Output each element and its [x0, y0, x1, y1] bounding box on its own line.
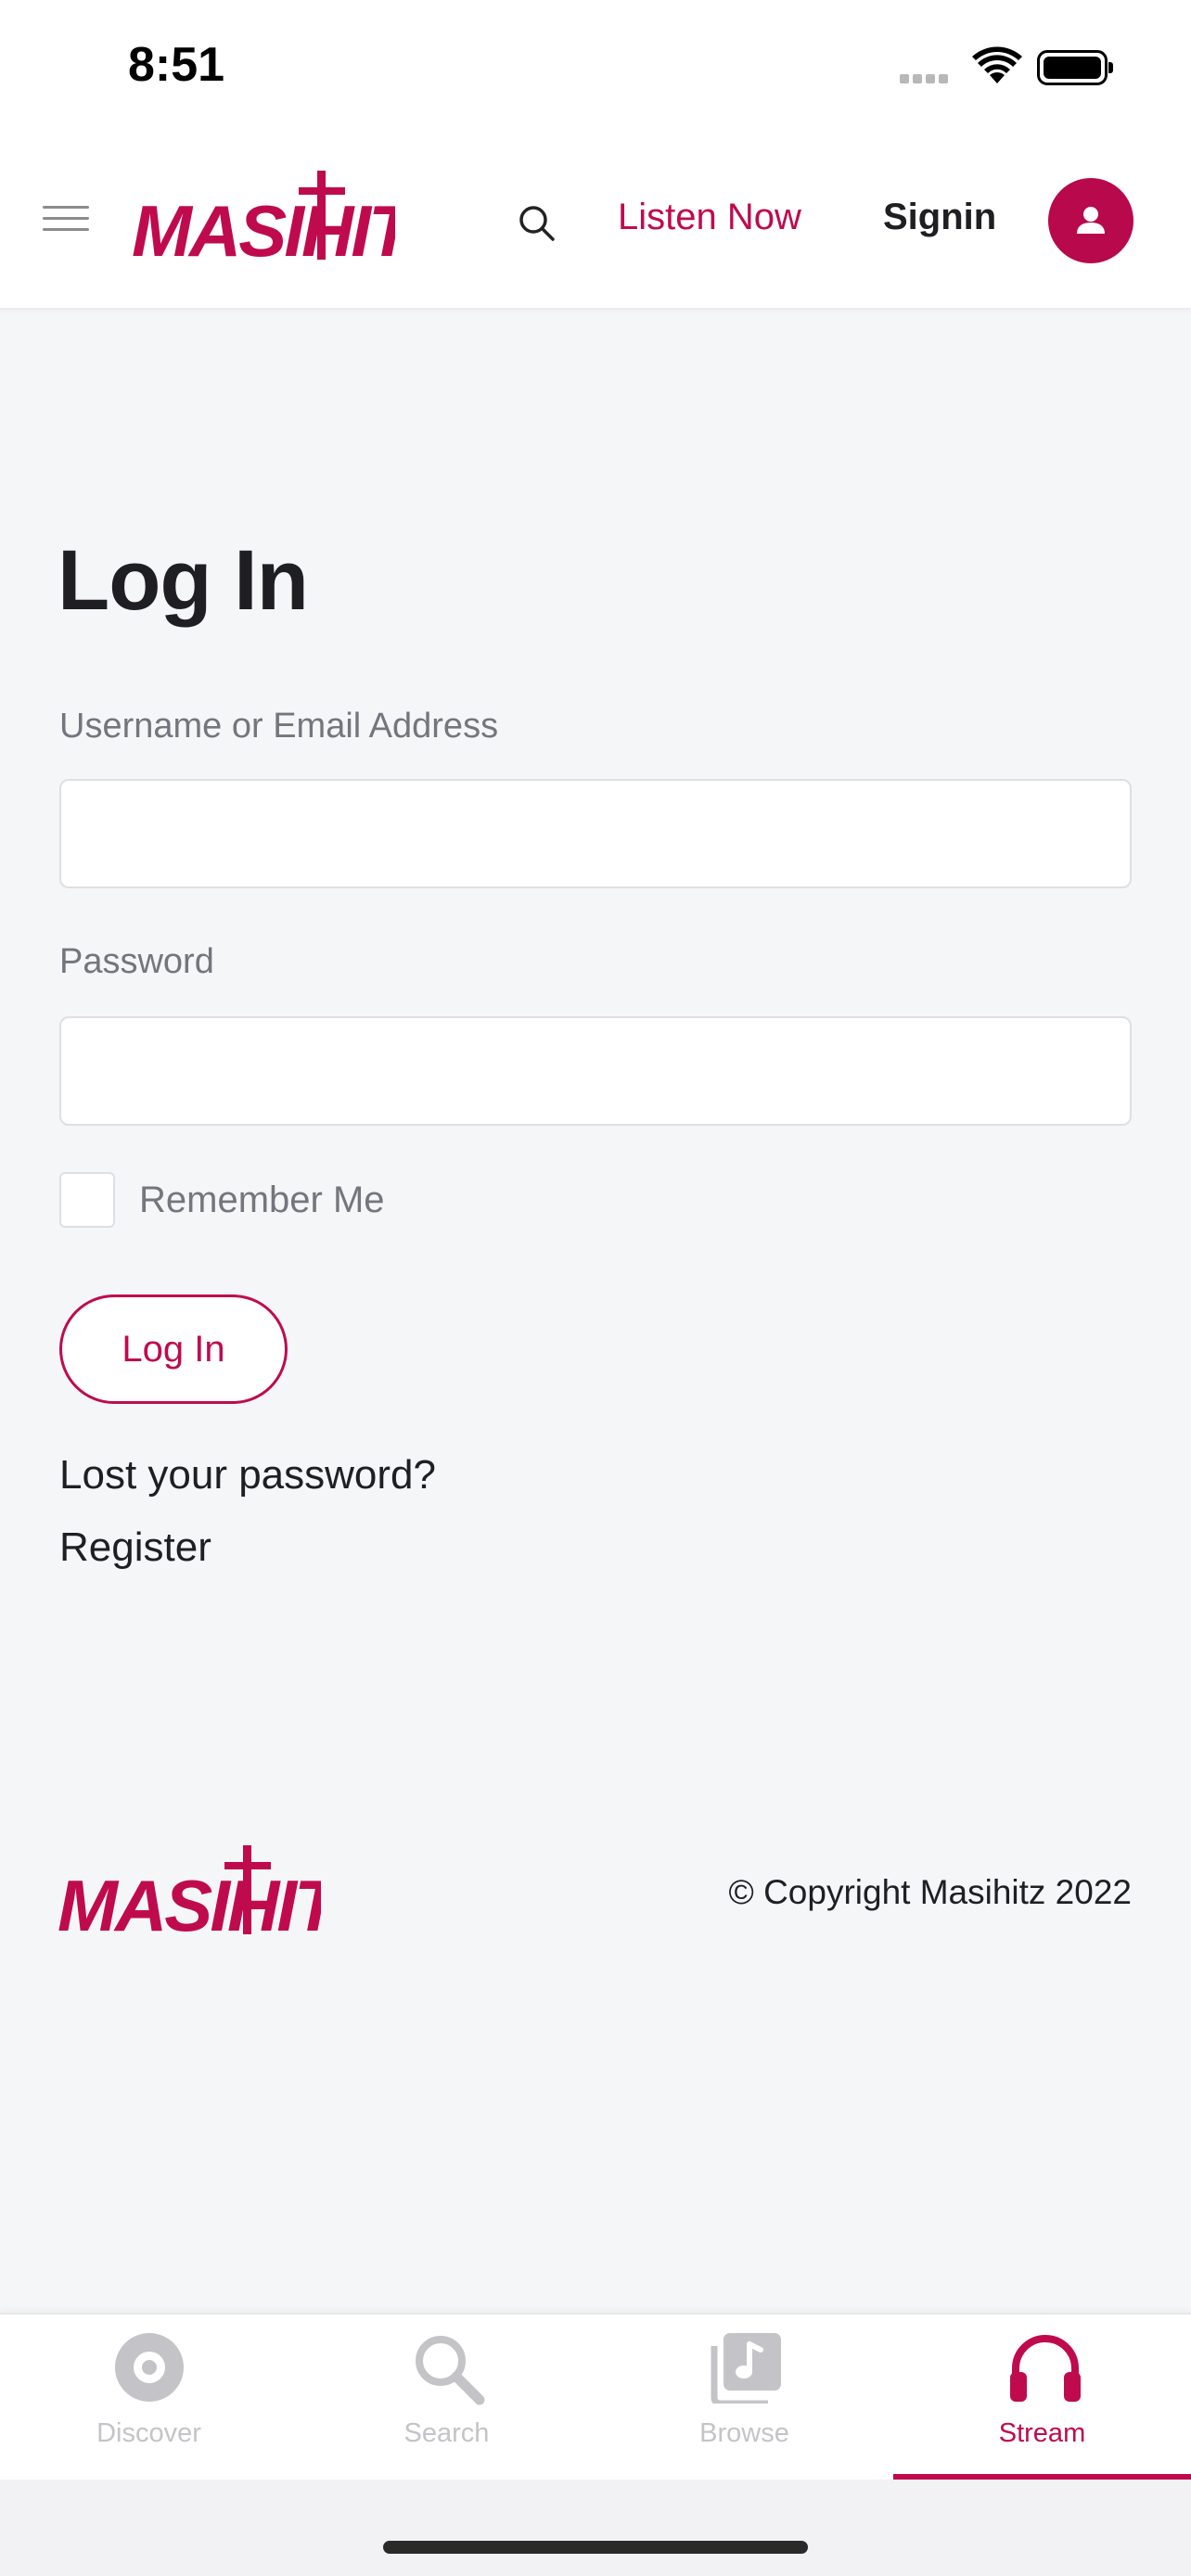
- tab-bar: Discover Search Browse Stream: [0, 2313, 1191, 2481]
- tab-browse[interactable]: Browse: [596, 2315, 893, 2481]
- search-icon: [416, 2336, 485, 2405]
- password-label: Password: [59, 942, 214, 981]
- username-input[interactable]: [59, 779, 1132, 888]
- tab-label: Browse: [699, 2418, 789, 2448]
- footer-logo[interactable]: MASIHITZ: [58, 1845, 321, 1938]
- login-button[interactable]: Log In: [59, 1294, 288, 1404]
- remember-me-checkbox[interactable]: [59, 1172, 115, 1228]
- username-label: Username or Email Address: [59, 707, 499, 746]
- svg-text:MASIHITZ: MASIHITZ: [58, 1865, 321, 1938]
- cellular-signal-icon: [900, 74, 957, 83]
- battery-icon: [1037, 50, 1113, 85]
- svg-text:MASIHITZ: MASIHITZ: [132, 190, 395, 263]
- hamburger-menu-icon[interactable]: [43, 206, 89, 234]
- music-library-icon: [711, 2333, 781, 2404]
- status-bar: 8:51: [0, 0, 1191, 139]
- remember-me-label[interactable]: Remember Me: [139, 1180, 385, 1221]
- tab-stream[interactable]: Stream: [893, 2315, 1191, 2481]
- avatar-button[interactable]: [1048, 178, 1133, 263]
- tab-discover[interactable]: Discover: [0, 2315, 298, 2481]
- tab-label: Search: [403, 2418, 490, 2448]
- search-icon[interactable]: [516, 202, 558, 245]
- status-time: 8:51: [128, 38, 225, 92]
- brand-logo[interactable]: MASIHITZ: [132, 171, 395, 263]
- site-header: MASIHITZ Listen Now Signin: [0, 139, 1191, 310]
- signin-link[interactable]: Signin: [883, 197, 996, 238]
- lost-password-link[interactable]: Lost your password?: [59, 1452, 436, 1498]
- home-indicator-area: [0, 2480, 1191, 2576]
- tab-search[interactable]: Search: [298, 2315, 596, 2481]
- page-title: Log In: [58, 533, 309, 628]
- listen-now-link[interactable]: Listen Now: [618, 197, 801, 238]
- tab-label: Stream: [998, 2418, 1086, 2448]
- copyright-text: © Copyright Masihitz 2022: [728, 1873, 1132, 1911]
- user-icon: [1077, 207, 1105, 234]
- headphones-icon: [1010, 2335, 1081, 2402]
- tab-label: Discover: [96, 2418, 201, 2448]
- password-input[interactable]: [59, 1016, 1132, 1126]
- register-link[interactable]: Register: [59, 1524, 211, 1571]
- page: 8:51 MASIHITZ Listen Now Signin: [0, 0, 1191, 2576]
- disc-icon: [115, 2333, 184, 2402]
- wifi-icon: [972, 46, 1022, 83]
- home-indicator[interactable]: [383, 2541, 808, 2554]
